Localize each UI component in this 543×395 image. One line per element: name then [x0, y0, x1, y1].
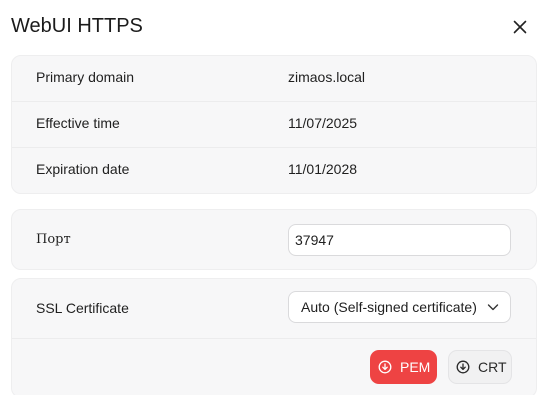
download-icon [456, 360, 470, 374]
port-label: Порт [36, 232, 71, 247]
port-input[interactable] [288, 224, 511, 256]
certificate-info-card: Primary domain zimaos.local Effective ti… [11, 55, 537, 194]
primary-domain-value: zimaos.local [288, 69, 366, 85]
expiration-date-value: 11/01/2028 [288, 161, 358, 177]
divider [12, 338, 536, 339]
ssl-certificate-selected-value: Auto (Self-signed certificate) [301, 299, 477, 315]
divider [12, 147, 536, 148]
crt-button-label: CRT [478, 359, 507, 375]
download-crt-button[interactable]: CRT [448, 350, 512, 384]
webui-https-dialog: WebUI HTTPS Primary domain zimaos.local … [0, 0, 543, 395]
ssl-certificate-select[interactable]: Auto (Self-signed certificate) [288, 291, 511, 323]
port-card: Порт [11, 209, 537, 270]
dialog-title: WebUI HTTPS [11, 15, 143, 37]
divider [12, 101, 536, 102]
download-pem-button[interactable]: PEM [370, 350, 437, 384]
expiration-date-label: Expiration date [36, 161, 130, 177]
effective-time-label: Effective time [36, 115, 120, 131]
ssl-certificate-card: SSL Certificate Auto (Self-signed certif… [11, 278, 537, 395]
ssl-certificate-label: SSL Certificate [36, 300, 129, 316]
chevron-down-icon [486, 300, 500, 314]
pem-button-label: PEM [400, 359, 431, 375]
download-icon [378, 360, 392, 374]
primary-domain-label: Primary domain [36, 69, 135, 85]
close-icon[interactable] [510, 17, 530, 37]
effective-time-value: 11/07/2025 [288, 115, 358, 131]
